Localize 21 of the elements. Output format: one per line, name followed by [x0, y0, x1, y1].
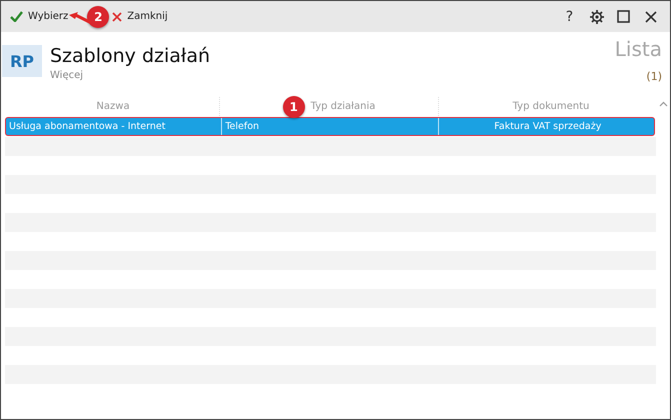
- record-count: (1): [646, 70, 662, 83]
- check-icon: [10, 11, 23, 22]
- help-button[interactable]: ?: [556, 6, 583, 28]
- close-icon: [112, 12, 122, 22]
- table-cell: Faktura VAT sprzedaży: [494, 121, 602, 132]
- table-row[interactable]: Usługa abonamentowa - Internet Telefon Faktura VAT sprzedaży: [5, 117, 655, 136]
- table-cell: Telefon: [225, 121, 260, 132]
- column-header[interactable]: Typ dokumentu: [512, 101, 590, 112]
- page-title: Szablony działań: [50, 45, 210, 67]
- callout-badge: 1: [282, 96, 305, 118]
- view-label: Lista: [614, 37, 662, 61]
- more-link[interactable]: Więcej: [50, 70, 84, 81]
- column-header[interactable]: Typ działania: [310, 101, 376, 112]
- callout-arrow: [69, 12, 92, 26]
- app-badge: RP: [2, 45, 42, 77]
- select-button[interactable]: Wybierz: [7, 9, 72, 24]
- column-header[interactable]: Nazwa: [96, 101, 130, 112]
- table-cell: Usługa abonamentowa - Internet: [9, 121, 166, 132]
- callout-badge: 2: [87, 6, 110, 28]
- close-button[interactable]: Zamknij: [109, 9, 171, 24]
- scroll-up-icon[interactable]: [659, 101, 668, 107]
